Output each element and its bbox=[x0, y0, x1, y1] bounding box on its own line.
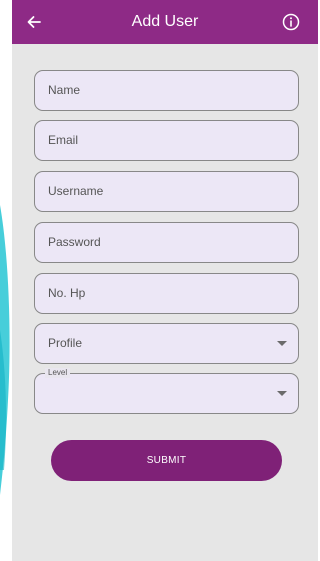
username-field[interactable]: Username bbox=[34, 171, 299, 212]
profile-label: Profile bbox=[48, 336, 83, 350]
phone-placeholder: No. Hp bbox=[48, 286, 86, 300]
name-field[interactable]: Name bbox=[34, 70, 299, 111]
info-circle-icon bbox=[282, 13, 300, 31]
submit-button[interactable]: SUBMIT bbox=[51, 440, 282, 481]
password-field[interactable]: Password bbox=[34, 222, 299, 263]
app-bar: Add User bbox=[12, 0, 318, 44]
page-title: Add User bbox=[131, 13, 199, 30]
dropdown-arrow-icon bbox=[277, 391, 287, 396]
email-placeholder: Email bbox=[48, 133, 79, 147]
app-screen: Add User Name Email Username Password No… bbox=[12, 0, 318, 561]
level-label: Level bbox=[45, 368, 71, 378]
level-dropdown[interactable]: Level bbox=[34, 368, 299, 414]
email-field[interactable]: Email bbox=[34, 120, 299, 161]
phone-field[interactable]: No. Hp bbox=[34, 273, 299, 314]
profile-dropdown[interactable]: Profile bbox=[34, 323, 299, 364]
name-placeholder: Name bbox=[48, 83, 81, 97]
dropdown-arrow-icon bbox=[277, 341, 287, 346]
arrow-left-icon bbox=[27, 16, 41, 28]
back-button[interactable] bbox=[20, 8, 48, 36]
username-placeholder: Username bbox=[48, 184, 104, 198]
info-button[interactable] bbox=[278, 9, 304, 35]
password-placeholder: Password bbox=[48, 235, 101, 249]
